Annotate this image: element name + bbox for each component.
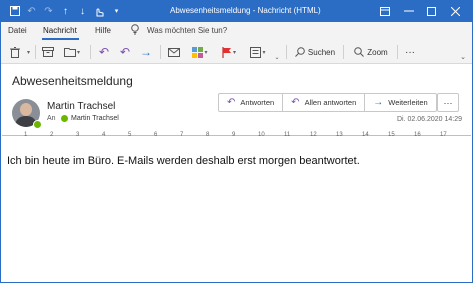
more-actions-button[interactable]: ··· [437,93,459,112]
to-label: An [47,115,56,122]
tell-me-search[interactable]: Was möchten Sie tun? [131,24,227,37]
ruler-tick-label: 13 [336,132,343,138]
ruler-tick-label: 15 [388,132,395,138]
sender-name[interactable]: Martin Trachsel [47,101,115,112]
ruler-tick-label: 1 [24,132,28,138]
reply-button[interactable]: ↶ Antworten [219,94,284,111]
title-bar: ↶ ↷ ↑ ↓ ▾ Abwesenheitsmeldung - Nachrich… [0,0,473,22]
search-button[interactable]: Suchen [292,43,338,61]
ribbon-display-icon[interactable] [376,2,394,20]
recipient-name[interactable]: Martin Trachsel [71,115,119,122]
message-subject: Abwesenheitsmeldung [12,74,133,88]
customize-caret-icon[interactable]: ▾ [108,3,125,19]
delete-icon[interactable] [6,43,24,61]
reply-icon[interactable]: ↶ [96,43,112,61]
presence-status-icon [33,120,42,129]
close-icon[interactable] [446,2,464,20]
ruler-tick-label: 9 [232,132,236,138]
menu-bar: Datei Nachricht Hilfe Was möchten Sie tu… [0,22,473,40]
forward-button[interactable]: → Weiterleiten [365,94,435,111]
tab-datei[interactable]: Datei [8,26,27,35]
ribbon-options-caret-icon[interactable]: ⌄ [272,52,282,62]
forward-icon: → [373,97,384,108]
ruler-tick-label: 7 [180,132,184,138]
categorize-icon[interactable]: ▾ [189,43,211,61]
quick-access-toolbar: ↶ ↷ ↑ ↓ ▾ [6,3,125,19]
window-title: Abwesenheitsmeldung - Nachricht (HTML) [170,6,321,15]
move-icon[interactable]: ▾ [62,43,82,61]
message-body: Ich bin heute im Büro. E-Mails werden de… [7,155,360,167]
ruler-tick-label: 12 [310,132,317,138]
follow-up-flag-icon[interactable]: ▾ [219,43,239,61]
recipient-presence-icon [61,115,68,122]
ruler-tick-label: 11 [284,132,291,138]
rules-icon[interactable]: ▾ [248,43,268,61]
forward-icon[interactable]: → [138,43,154,61]
ribbon-divider [286,45,287,59]
ribbon-divider [343,45,344,59]
lightbulb-icon [131,24,139,37]
reply-label: Antworten [240,98,275,107]
ruler-tick-label: 10 [258,132,265,138]
maximize-icon[interactable] [422,2,440,20]
minimize-icon[interactable] [400,2,418,20]
reply-icon: ↶ [227,97,236,108]
zoom-icon [354,47,365,57]
ruler: 1 2 3 4 5 6 7 8 9 10 11 12 13 14 15 16 17 [2,131,471,139]
ruler-tick-label: 8 [206,132,210,138]
down-icon[interactable]: ↓ [74,3,91,19]
tab-nachricht[interactable]: Nachricht [43,26,77,35]
ribbon-divider [160,45,161,59]
delete-caret-icon[interactable]: ▾ [24,43,32,61]
ruler-tick-label: 5 [128,132,132,138]
undo-icon[interactable]: ↶ [23,3,40,19]
mark-unread-icon[interactable] [166,43,182,61]
reply-all-button[interactable]: ↶ Allen antworten [283,94,366,111]
ruler-tick-label: 3 [76,132,80,138]
tell-me-placeholder: Was möchten Sie tun? [147,26,228,35]
touch-mode-icon[interactable] [91,3,108,19]
collapse-ribbon-icon[interactable]: ⌄ [458,52,468,62]
redo-icon[interactable]: ↷ [40,3,57,19]
ruler-tick-label: 6 [154,132,158,138]
zoom-label: Zoom [367,47,388,57]
ruler-line [2,135,471,136]
forward-label: Weiterleiten [388,98,428,107]
ribbon-divider [90,45,91,59]
ruler-tick-label: 17 [440,132,447,138]
ribbon-divider [397,45,398,59]
tab-hilfe[interactable]: Hilfe [95,26,111,35]
ruler-tick-label: 16 [414,132,421,138]
ruler-tick-label: 2 [50,132,54,138]
save-icon[interactable] [6,3,23,19]
ribbon-more-button[interactable]: ··· [401,43,419,61]
ruler-tick-label: 14 [362,132,369,138]
ruler-tick-label: 4 [102,132,106,138]
avatar-head [20,103,32,116]
search-label: Suchen [307,47,336,57]
archive-icon[interactable] [39,43,57,61]
ribbon-divider [35,45,36,59]
response-actions: ↶ Antworten ↶ Allen antworten → Weiterle… [218,93,437,112]
reply-all-icon[interactable]: ↶ [117,43,133,61]
zoom-button[interactable]: Zoom [349,43,393,61]
up-icon[interactable]: ↑ [57,3,74,19]
reply-all-icon: ↶ [291,97,300,108]
message-date: Di. 02.06.2020 14:29 [397,116,462,123]
ribbon: ▾ ▾ ↶ ↶ → ▾ ▾ ▾ ⌄ Suchen Zoom ··· ⌄ [0,40,473,64]
search-icon [295,47,305,57]
reply-all-label: Allen antworten [304,98,357,107]
